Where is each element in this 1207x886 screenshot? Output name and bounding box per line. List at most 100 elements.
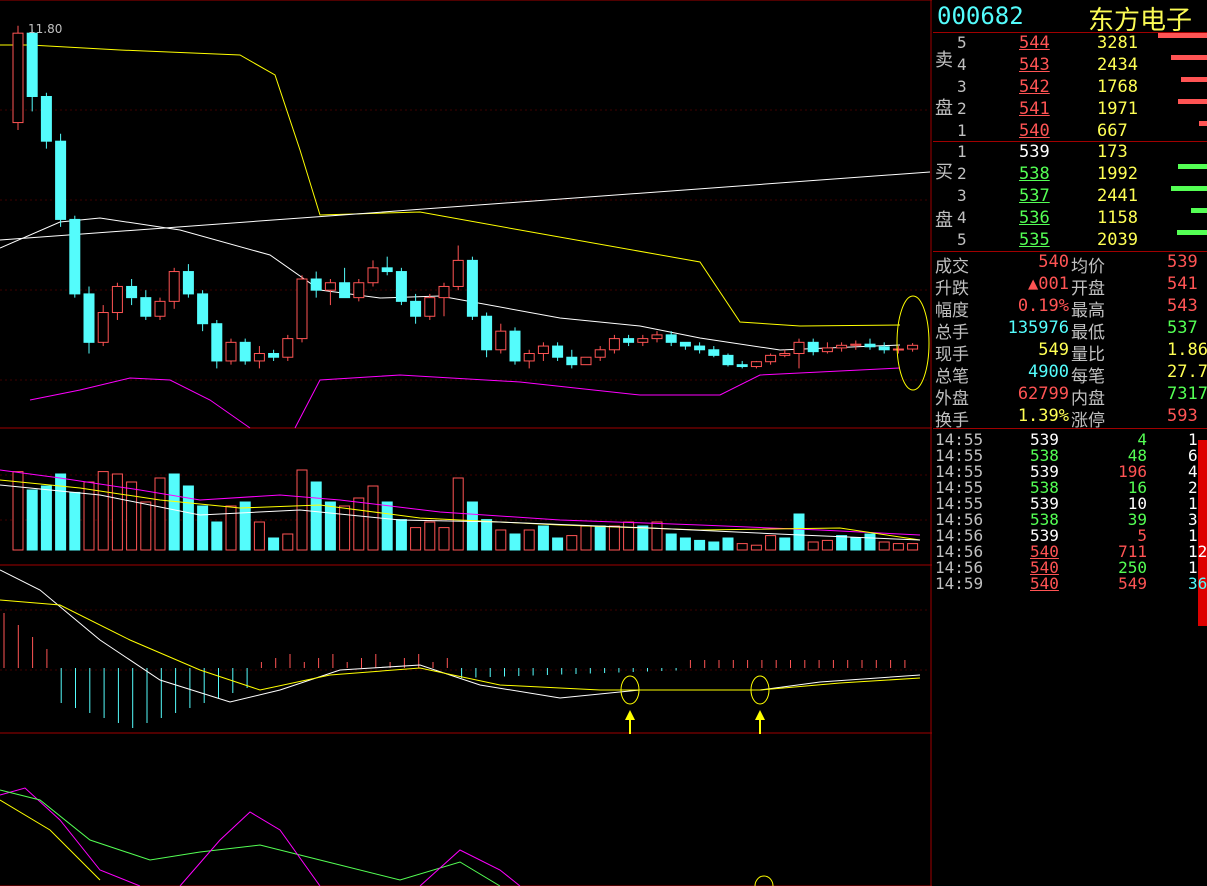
tick-row[interactable]: 14:55 539 4 1: [933, 430, 1207, 449]
bid-row[interactable]: 5 535 2039: [933, 230, 1207, 252]
volume-bar: [381, 501, 393, 551]
ask-row[interactable]: 4 543 2434: [933, 55, 1207, 77]
stock-code: 000682: [937, 2, 1024, 30]
stats-divider: [933, 428, 1207, 429]
candle-body: [481, 315, 493, 351]
tick-row[interactable]: 14:55 539 196 4: [933, 462, 1207, 481]
volume-bar: [197, 505, 209, 551]
candle-body: [452, 259, 464, 287]
kline-chart-area[interactable]: 11.80: [0, 0, 932, 886]
ask-level: 5: [957, 33, 967, 52]
stat-value: 541: [1167, 274, 1198, 294]
candle-body: [55, 140, 67, 220]
volume-bar: [722, 537, 734, 551]
bid-volume: 1158: [1097, 208, 1138, 228]
candle-body: [509, 330, 521, 362]
tick-row[interactable]: 14:55 538 16 2: [933, 478, 1207, 497]
stat-value: 1.86: [1167, 340, 1207, 360]
volume-bar: [665, 533, 677, 551]
bid-row[interactable]: 4 536 1158: [933, 208, 1207, 230]
bid-price: 539: [1019, 142, 1050, 162]
volume-bar: [225, 505, 237, 551]
ask-price: 542: [1019, 77, 1050, 97]
kdj-line: [0, 787, 141, 886]
candle-body: [580, 356, 592, 366]
ask-volume-bar: [1170, 55, 1207, 60]
volume-bar: [694, 539, 706, 551]
candle-body: [197, 293, 209, 325]
volume-bar: [310, 481, 322, 551]
volume-bar: [864, 533, 876, 551]
ask-row[interactable]: 3 542 1768: [933, 77, 1207, 99]
quote-header: 000682 东方电子: [933, 0, 1207, 36]
volume-bar: [40, 485, 52, 551]
candle-body: [97, 312, 109, 343]
bid-price: 536: [1019, 208, 1050, 228]
stat-value: 540: [1038, 252, 1069, 272]
stat-row: 总手 135976 最低 537: [933, 318, 1207, 343]
ask-volume-bar: [1199, 121, 1207, 126]
ask-row[interactable]: 5 544 3281: [933, 33, 1207, 55]
volume-bar: [353, 497, 365, 551]
volume-bar: [466, 501, 478, 551]
bid-row[interactable]: 1 539 173: [933, 142, 1207, 164]
bid-volume: 2039: [1097, 230, 1138, 250]
candle-body: [836, 344, 848, 349]
volume-bar: [765, 535, 777, 551]
candle-body: [892, 348, 904, 351]
tick-row[interactable]: 14:56 538 39 3: [933, 510, 1207, 529]
candle-body: [367, 267, 379, 284]
bid-row[interactable]: 3 537 2441: [933, 186, 1207, 208]
ask-price: 544: [1019, 33, 1050, 53]
volume-bar: [537, 525, 549, 551]
stat-value: 62799: [1017, 384, 1069, 404]
volume-bar: [793, 513, 805, 551]
candle-body: [353, 282, 365, 299]
ask-level: 3: [957, 77, 967, 96]
candle-body: [651, 334, 663, 340]
candle-body: [608, 338, 620, 351]
candle-body: [296, 278, 308, 340]
candle-body: [182, 271, 194, 295]
tick-row[interactable]: 14:56 540 250 1: [933, 558, 1207, 577]
stat-value: 27.75: [1167, 362, 1207, 382]
tick-row[interactable]: 14:59 540 549 36: [933, 574, 1207, 593]
tick-row[interactable]: 14:56 540 711 12: [933, 542, 1207, 561]
ask-row[interactable]: 1 540 667: [933, 121, 1207, 143]
ask-volume: 667: [1097, 121, 1128, 141]
ask-volume: 2434: [1097, 55, 1138, 75]
bid-volume-bar: [1170, 186, 1207, 191]
volume-bar: [750, 544, 762, 551]
bid-row[interactable]: 2 538 1992: [933, 164, 1207, 186]
candle-body: [907, 344, 919, 350]
candle-body: [126, 285, 138, 299]
volume-bar: [850, 537, 862, 551]
volume-bar: [452, 477, 464, 551]
tick-row[interactable]: 14:55 539 10 1: [933, 494, 1207, 513]
ask-volume: 1768: [1097, 77, 1138, 97]
ask-row[interactable]: 2 541 1971: [933, 99, 1207, 121]
volume-bar: [907, 543, 919, 551]
volume-bar: [608, 525, 620, 551]
candle-body: [708, 349, 720, 356]
bid-level: 2: [957, 164, 967, 183]
candle-body: [736, 364, 748, 368]
volume-bar: [836, 535, 848, 551]
volume-bar: [736, 543, 748, 551]
kdj-line: [179, 811, 321, 886]
candle-body: [168, 271, 180, 302]
tick-row[interactable]: 14:56 539 5 1: [933, 526, 1207, 545]
candle-body: [83, 293, 95, 343]
candle-body: [779, 353, 791, 356]
volume-bar: [807, 541, 819, 551]
candle-body: [566, 356, 578, 366]
ask-volume: 1971: [1097, 99, 1138, 119]
volume-bar: [26, 489, 38, 551]
volume-bar: [12, 471, 24, 551]
tick-row[interactable]: 14:55 538 48 6: [933, 446, 1207, 465]
macd-dea-line: [0, 599, 921, 691]
bid-price: 537: [1019, 186, 1050, 206]
volume-bar: [708, 541, 720, 551]
volume-bar: [495, 529, 507, 551]
ask-level: 4: [957, 55, 967, 74]
